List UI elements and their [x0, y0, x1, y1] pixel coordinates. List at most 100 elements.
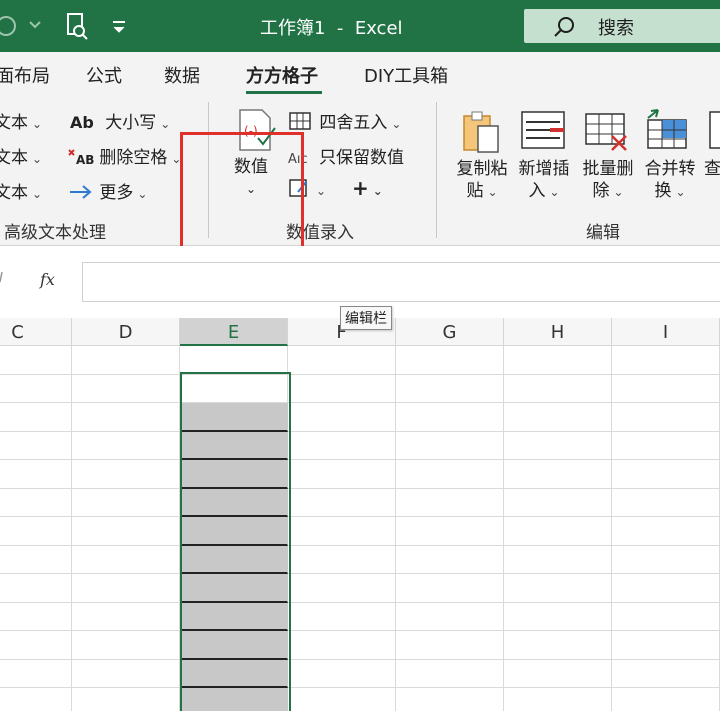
customize-toolbar-icon[interactable] [110, 12, 128, 40]
column-header-g[interactable]: G [396, 318, 504, 346]
cell[interactable] [504, 574, 612, 603]
tab-diy-toolbox[interactable]: DIY工具箱 [364, 62, 448, 88]
cell[interactable] [0, 375, 72, 403]
cell[interactable] [0, 660, 72, 688]
column-header-e[interactable]: E [180, 318, 288, 346]
insert-button[interactable]: 新增插 入 ⌄ [514, 108, 574, 204]
cell[interactable] [0, 574, 72, 603]
text-button-2[interactable]: 文本 ⌄ [0, 143, 42, 168]
cell[interactable] [288, 574, 396, 603]
cell[interactable] [0, 603, 72, 631]
cell[interactable] [396, 660, 504, 688]
cell[interactable] [288, 517, 396, 546]
column-header-d[interactable]: D [72, 318, 180, 346]
cell[interactable] [396, 546, 504, 574]
column-header-i[interactable]: I [612, 318, 720, 346]
cell[interactable] [72, 517, 180, 546]
cell[interactable] [288, 603, 396, 631]
cell[interactable] [72, 346, 180, 375]
cell[interactable] [0, 517, 72, 546]
cell[interactable] [288, 432, 396, 460]
cell[interactable] [504, 660, 612, 688]
print-preview-icon[interactable] [64, 12, 88, 40]
cell[interactable] [504, 631, 612, 660]
cell[interactable] [288, 631, 396, 660]
cell[interactable] [504, 489, 612, 517]
cell[interactable] [72, 660, 180, 688]
cell[interactable] [612, 460, 720, 489]
round-button[interactable]: 四舍五入 ⌄ [288, 108, 401, 133]
cell[interactable] [180, 346, 288, 375]
cell[interactable] [504, 460, 612, 489]
cell[interactable] [0, 432, 72, 460]
cell[interactable] [612, 346, 720, 375]
text-button-3[interactable]: 文本 ⌄ [0, 178, 42, 203]
cell[interactable] [504, 375, 612, 403]
lookup-button[interactable]: 查 [704, 108, 720, 204]
tab-fangfanggezi[interactable]: 方方格子 [246, 62, 318, 88]
cell[interactable] [396, 403, 504, 432]
cell[interactable] [612, 375, 720, 403]
cell[interactable] [288, 688, 396, 711]
cell[interactable] [0, 489, 72, 517]
cell[interactable] [504, 432, 612, 460]
cell[interactable] [612, 688, 720, 711]
cell[interactable] [504, 403, 612, 432]
cell[interactable] [612, 403, 720, 432]
cell[interactable] [396, 375, 504, 403]
cell[interactable] [612, 574, 720, 603]
cell[interactable] [612, 546, 720, 574]
cell[interactable] [396, 603, 504, 631]
cell[interactable] [0, 403, 72, 432]
cell[interactable] [504, 346, 612, 375]
cell[interactable] [612, 631, 720, 660]
cell[interactable] [396, 631, 504, 660]
more-button[interactable]: 更多 ⌄ [68, 178, 147, 203]
cell-grid[interactable] [0, 346, 720, 711]
merge-convert-button[interactable]: 合并转 换 ⌄ [640, 108, 700, 204]
cell[interactable] [72, 574, 180, 603]
insert-function-button[interactable]: fx [40, 270, 55, 289]
cell[interactable] [612, 432, 720, 460]
cell[interactable] [72, 403, 180, 432]
cell[interactable] [612, 603, 720, 631]
cell[interactable] [504, 603, 612, 631]
cell[interactable] [396, 346, 504, 375]
tab-data[interactable]: 数据 [164, 62, 200, 88]
column-header-h[interactable]: H [504, 318, 612, 346]
cell[interactable] [72, 375, 180, 403]
cell[interactable] [612, 517, 720, 546]
tab-page-layout[interactable]: 面布局 [0, 62, 50, 88]
cell[interactable] [0, 546, 72, 574]
cell[interactable] [0, 688, 72, 711]
cell[interactable] [396, 517, 504, 546]
cell[interactable] [612, 660, 720, 688]
cell[interactable] [72, 489, 180, 517]
cell[interactable] [288, 489, 396, 517]
add-button[interactable]: + ⌄ [352, 176, 383, 200]
cell[interactable] [288, 660, 396, 688]
copy-paste-button[interactable]: 复制粘 贴 ⌄ [452, 108, 512, 204]
column-header-c[interactable]: C [0, 318, 72, 346]
cell[interactable] [504, 688, 612, 711]
cell[interactable] [72, 631, 180, 660]
cell[interactable] [288, 346, 396, 375]
cell[interactable] [72, 460, 180, 489]
keep-value-button[interactable]: Aıc 只保留数值 [288, 143, 404, 168]
cell[interactable] [72, 688, 180, 711]
cell[interactable] [72, 432, 180, 460]
cell[interactable] [0, 631, 72, 660]
case-button[interactable]: Ab 大小写 ⌄ [70, 108, 170, 133]
cell[interactable] [396, 432, 504, 460]
redo-icon[interactable] [0, 12, 54, 40]
cell[interactable] [288, 375, 396, 403]
cell[interactable] [396, 688, 504, 711]
text-button-1[interactable]: 文本 ⌄ [0, 108, 42, 133]
search-box[interactable]: 搜索 [524, 9, 720, 43]
formula-input[interactable] [82, 262, 720, 302]
cell[interactable] [0, 346, 72, 375]
cell[interactable] [504, 546, 612, 574]
cell[interactable] [396, 574, 504, 603]
cell[interactable] [288, 403, 396, 432]
cell[interactable] [612, 489, 720, 517]
